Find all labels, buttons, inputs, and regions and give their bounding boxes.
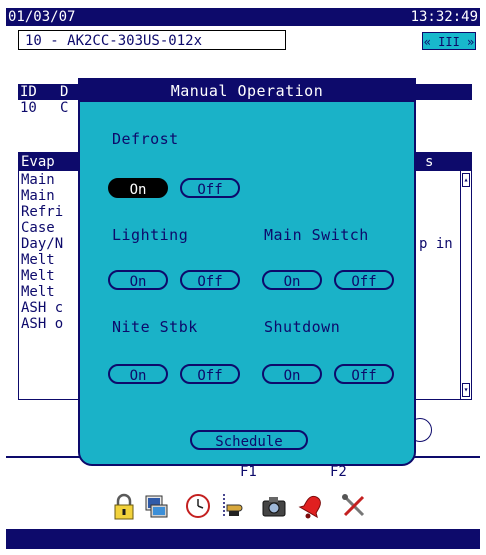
list-scrollbar[interactable]: ▴ ▾ xyxy=(460,171,471,399)
defrost-on-button[interactable]: On xyxy=(108,178,168,198)
shutdown-on-button[interactable]: On xyxy=(262,364,322,384)
main-switch-label: Main Switch xyxy=(264,226,369,244)
schedule-button[interactable]: Schedule xyxy=(190,430,308,450)
list-overflow-text: p in xyxy=(419,236,453,252)
bottom-bar xyxy=(6,529,480,549)
device-row: 10 - AK2CC-303US-012x « III » xyxy=(6,26,480,56)
main-switch-off-button[interactable]: Off xyxy=(334,270,394,290)
list-header-left: Evap xyxy=(21,154,55,170)
list-item[interactable]: Melt xyxy=(21,252,55,269)
lighting-on-button[interactable]: On xyxy=(108,270,168,290)
list-item[interactable]: ASH c xyxy=(21,300,63,317)
dialog-title: Manual Operation xyxy=(80,80,414,102)
page-nav-button[interactable]: « III » xyxy=(422,32,476,50)
list-item[interactable]: Case xyxy=(21,220,55,237)
clock-icon[interactable] xyxy=(184,492,212,520)
list-item[interactable]: ASH o xyxy=(21,316,63,333)
shutdown-off-button[interactable]: Off xyxy=(334,364,394,384)
camera-icon[interactable] xyxy=(260,492,288,520)
column-id: ID xyxy=(20,84,37,100)
lighting-label: Lighting xyxy=(112,226,189,244)
pointer-icon[interactable] xyxy=(218,492,246,520)
network-icon[interactable] xyxy=(142,492,170,520)
lighting-off-button[interactable]: Off xyxy=(180,270,240,290)
list-header-right: s xyxy=(425,154,434,170)
f1-label: F1 xyxy=(240,464,257,480)
list-item[interactable]: Day/N xyxy=(21,236,63,253)
nite-stbk-label: Nite Stbk xyxy=(112,318,198,336)
list-item[interactable]: Melt xyxy=(21,268,55,285)
list-item[interactable]: Refri xyxy=(21,204,63,221)
nite-stbk-on-button[interactable]: On xyxy=(108,364,168,384)
device-selector[interactable]: 10 - AK2CC-303US-012x xyxy=(18,30,286,50)
nite-stbk-off-button[interactable]: Off xyxy=(180,364,240,384)
list-item[interactable]: Melt xyxy=(21,284,55,301)
list-item[interactable]: Main xyxy=(21,172,55,189)
date-text: 01/03/07 xyxy=(8,9,76,25)
defrost-label: Defrost xyxy=(112,130,179,148)
main-switch-on-button[interactable]: On xyxy=(262,270,322,290)
title-bar: 01/03/07 13:32:49 xyxy=(6,8,480,26)
defrost-off-button[interactable]: Off xyxy=(180,178,240,198)
time-text: 13:32:49 xyxy=(410,9,478,25)
shutdown-label: Shutdown xyxy=(264,318,341,336)
cell-id: 10 xyxy=(20,100,37,116)
cell-c: C xyxy=(60,100,69,116)
screen: 01/03/07 13:32:49 10 - AK2CC-303US-012x … xyxy=(6,8,480,549)
tools-icon[interactable] xyxy=(340,492,368,520)
scroll-down-icon[interactable]: ▾ xyxy=(462,383,470,397)
list-item[interactable]: Main xyxy=(21,188,55,205)
manual-operation-dialog: Manual Operation Defrost On Off Lighting… xyxy=(78,78,416,466)
scroll-up-icon[interactable]: ▴ xyxy=(462,173,470,187)
alarm-icon[interactable] xyxy=(298,492,326,520)
lock-icon[interactable] xyxy=(110,492,138,520)
device-frame: 01/03/07 13:32:49 10 - AK2CC-303US-012x … xyxy=(0,0,486,555)
f2-label: F2 xyxy=(330,464,347,480)
column-d: D xyxy=(60,84,69,100)
